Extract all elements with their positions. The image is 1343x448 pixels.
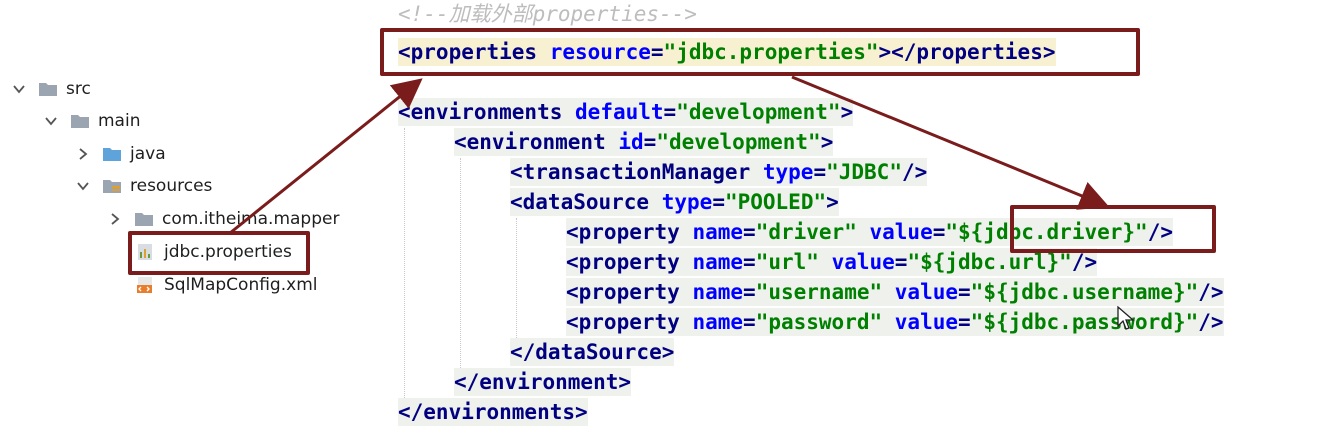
chevron-right-icon[interactable] <box>72 143 94 165</box>
xml-file-icon <box>136 276 156 294</box>
tree-item-label: main <box>98 111 141 131</box>
properties-file-icon <box>136 243 156 261</box>
datasource-open-line: <dataSource type="POOLED"> <box>510 188 839 216</box>
datasource-close-line: </dataSource> <box>510 338 675 366</box>
transaction-manager-line: <transactionManager type="JDBC"/> <box>510 158 928 186</box>
code-comment: <!--加载外部properties--> <box>398 2 697 26</box>
folder-icon <box>70 112 90 130</box>
tree-item-java[interactable]: java <box>72 141 166 167</box>
chevron-down-icon[interactable] <box>8 78 30 100</box>
mouse-cursor-icon <box>1117 306 1135 330</box>
tree-item-package[interactable]: com.itheima.mapper <box>104 206 339 232</box>
indent-guide <box>516 218 517 338</box>
environment-open-line: <environment id="development"> <box>454 128 834 156</box>
tree-item-main[interactable]: main <box>40 108 140 134</box>
tree-item-sqlmapconfig[interactable]: SqlMapConfig.xml <box>136 272 317 298</box>
indent-guide <box>460 158 461 368</box>
resources-folder-icon <box>102 177 122 195</box>
tree-item-jdbc-properties[interactable]: jdbc.properties <box>136 239 292 265</box>
tree-item-label: SqlMapConfig.xml <box>164 275 318 295</box>
tree-item-label: src <box>66 79 91 99</box>
tree-item-label: resources <box>130 176 213 196</box>
property-username-line: <property name="username" value="${jdbc.… <box>566 278 1224 306</box>
environment-close-line: </environment> <box>454 368 632 396</box>
chevron-down-icon[interactable] <box>72 175 94 197</box>
chevron-down-icon[interactable] <box>40 110 62 132</box>
chevron-right-icon[interactable] <box>104 208 126 230</box>
properties-line: <properties resource="jdbc.properties"><… <box>398 38 1056 66</box>
tree-item-label: java <box>130 144 166 164</box>
tree-item-label: jdbc.properties <box>164 242 292 262</box>
indent-guide <box>404 128 405 398</box>
tree-item-resources[interactable]: resources <box>72 173 212 199</box>
tree-item-src[interactable]: src <box>8 76 91 102</box>
environments-close-line: </environments> <box>398 398 588 426</box>
property-url-line: <property name="url" value="${jdbc.url}"… <box>566 248 1098 276</box>
package-icon <box>134 210 154 228</box>
property-driver-line: <property name="driver" value="${jdbc.dr… <box>566 218 1173 246</box>
source-folder-icon <box>102 145 122 163</box>
folder-icon <box>38 80 58 98</box>
tree-item-label: com.itheima.mapper <box>162 209 340 229</box>
environments-open-line: <environments default="development"> <box>398 98 854 126</box>
